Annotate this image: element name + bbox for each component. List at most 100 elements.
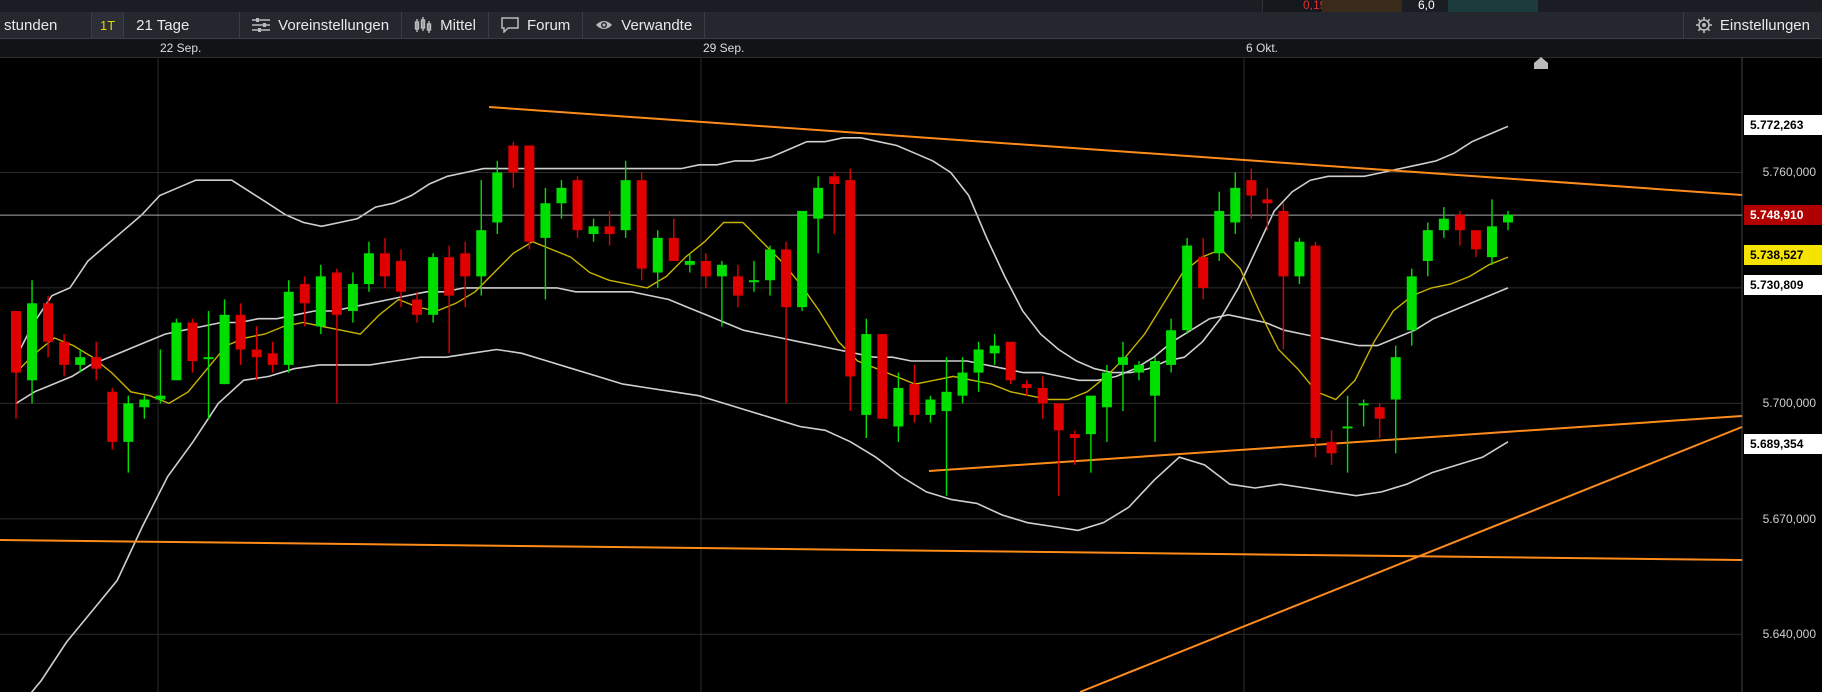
forum-label: Forum — [526, 16, 571, 34]
indicators-label: Mittel — [440, 16, 476, 34]
quote-change-cell: 0,19 — [1262, 0, 1326, 12]
candle-body-up — [1214, 210, 1225, 254]
candle-body-down — [1198, 257, 1209, 288]
candle-body-up — [716, 264, 727, 277]
candle-body-down — [845, 180, 856, 377]
candle-body-down — [1262, 199, 1273, 204]
quote-value-cell: 6,0 — [1404, 0, 1444, 12]
date-label: 22 Sep. — [160, 41, 202, 55]
candle-body-up — [957, 372, 968, 396]
candle-body-up — [1150, 361, 1161, 396]
gear-icon — [1695, 17, 1712, 33]
candle-body-up — [75, 357, 86, 365]
preferences-button[interactable]: Einstellungen — [1682, 12, 1822, 38]
candlestick-chart[interactable] — [0, 57, 1822, 692]
candle-body-down — [1278, 210, 1289, 277]
bollinger-lower-line — [30, 348, 1509, 692]
period-selector[interactable]: 21 Tage — [124, 12, 241, 38]
candle-body-up — [315, 276, 326, 327]
candle-body-up — [1294, 241, 1305, 277]
candle-body-down — [299, 284, 310, 304]
candle-body-up — [861, 334, 872, 415]
home-icon[interactable] — [1534, 57, 1548, 69]
candle-body-down — [59, 341, 70, 365]
candle-body-up — [347, 284, 358, 311]
candle-body-down — [251, 349, 262, 358]
candle-body-down — [636, 180, 647, 269]
candles-icon — [414, 17, 432, 33]
candle-body-down — [267, 353, 278, 365]
candle-body-down — [43, 303, 54, 342]
candle-body-up — [1422, 230, 1433, 261]
candle-body-down — [829, 176, 840, 184]
date-label: 6 Okt. — [1246, 41, 1279, 55]
candle-body-down — [1005, 341, 1016, 381]
candle-body-up — [203, 357, 214, 360]
speech-bubble-icon — [501, 17, 519, 33]
candle-body-up — [893, 387, 904, 427]
related-label: Verwandte — [621, 16, 693, 34]
eye-icon — [596, 21, 613, 29]
presets-button[interactable]: Voreinstellungen — [240, 12, 403, 38]
period-badge[interactable]: 1T — [92, 12, 125, 38]
candle-body-up — [27, 303, 38, 381]
candle-body-down — [11, 311, 21, 373]
candle-body-down — [572, 180, 583, 231]
quote-bar — [1322, 0, 1402, 12]
candle-body-down — [700, 260, 711, 277]
candle-body-up — [476, 230, 487, 277]
indicators-button[interactable]: Mittel — [402, 12, 489, 38]
candle-body-up — [123, 403, 134, 442]
candle-body-down — [396, 260, 407, 292]
candle-body-up — [1101, 372, 1112, 408]
candle-body-down — [909, 384, 920, 415]
candle-body-up — [941, 391, 952, 412]
interval-selector[interactable]: stunden — [0, 12, 92, 38]
candle-body-up — [428, 257, 439, 315]
candle-body-up — [652, 237, 663, 273]
candle-body-up — [1503, 214, 1513, 223]
candle-body-up — [1342, 426, 1353, 429]
candle-body-down — [460, 253, 471, 277]
candle-body-down — [732, 276, 743, 296]
candle-body-up — [492, 172, 503, 223]
period-badge-label: 1T — [100, 17, 116, 33]
candle-body-down — [1037, 387, 1048, 404]
candle-body-up — [219, 314, 230, 385]
candle-body-down — [1021, 384, 1032, 388]
candle-body-up — [1230, 187, 1241, 223]
candle-body-down — [444, 257, 455, 296]
candle-body-down — [781, 249, 792, 308]
candle-body-down — [877, 334, 888, 419]
candle-body-up — [1117, 357, 1128, 365]
candle-body-up — [1486, 226, 1497, 258]
quote-value: 6,0 — [1418, 0, 1435, 12]
forum-button[interactable]: Forum — [489, 12, 584, 38]
candle-body-down — [235, 314, 246, 350]
candle-body-up — [363, 253, 374, 285]
candles — [11, 141, 1513, 496]
candle-body-down — [107, 391, 118, 442]
candle-body-down — [524, 145, 535, 242]
candle-body-up — [1390, 357, 1401, 400]
candle-body-down — [604, 226, 615, 235]
candle-body-up — [1358, 403, 1369, 406]
related-button[interactable]: Verwandte — [583, 12, 706, 38]
candle-body-up — [797, 210, 808, 308]
candle-body-down — [1310, 245, 1321, 438]
candle-body-up — [765, 249, 776, 281]
interval-label: stunden — [4, 16, 58, 34]
candle-body-up — [139, 399, 150, 408]
candle-body-down — [1374, 407, 1385, 419]
quote-bar-2 — [1448, 0, 1538, 12]
candle-body-up — [1134, 364, 1145, 373]
candle-body-down — [508, 145, 519, 173]
candle-body-up — [155, 395, 166, 400]
chart-toolbar: stunden 1T 21 Tage Voreinstellungen Mitt… — [0, 12, 1822, 39]
candle-body-up — [540, 203, 551, 238]
date-label: 29 Sep. — [703, 41, 745, 55]
trendline-horizontal — [0, 539, 1743, 561]
candle-body-down — [412, 299, 423, 315]
candle-body-up — [989, 345, 1000, 354]
candle-body-down — [91, 357, 102, 369]
